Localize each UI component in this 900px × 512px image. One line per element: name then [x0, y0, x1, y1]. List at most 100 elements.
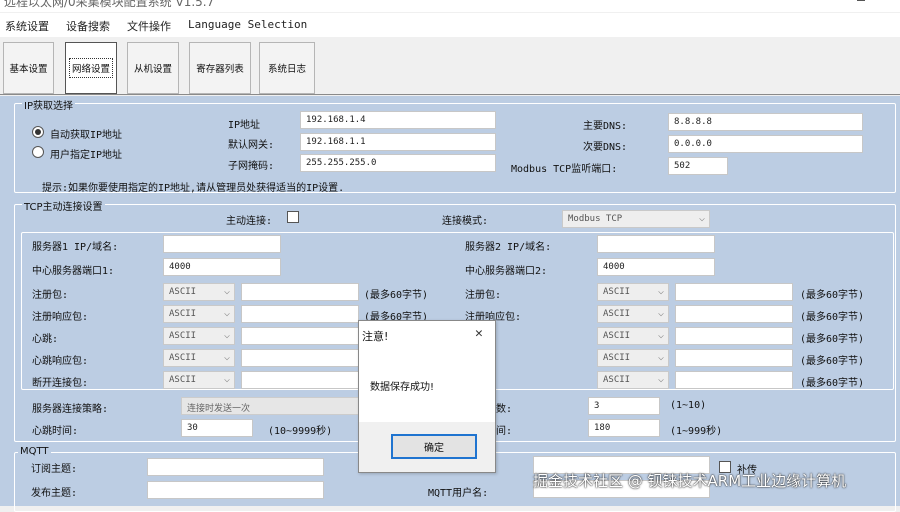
active-connect-label: 主动连接:: [226, 216, 273, 227]
policy-select[interactable]: 连接时发送一次: [181, 397, 361, 415]
packet-row-label: 心跳:: [32, 334, 59, 345]
chevron-down-icon: ⌵: [223, 374, 230, 385]
ok-button[interactable]: 确定: [391, 434, 477, 459]
gateway-label: 默认网关:: [228, 140, 275, 151]
server2-port-input[interactable]: 4000: [597, 258, 715, 276]
chevron-down-icon: ⌵: [223, 352, 230, 363]
packet-content-input[interactable]: [675, 349, 793, 367]
tab-bar: 基本设置 网络设置 从机设置 寄存器列表 系统日志: [0, 37, 900, 95]
encoding-value: ASCII: [169, 331, 197, 341]
menu-language[interactable]: Language Selection: [188, 18, 307, 31]
packet-content-input[interactable]: [675, 305, 793, 323]
tab-slave[interactable]: 从机设置: [127, 42, 179, 94]
encoding-value: ASCII: [169, 309, 197, 319]
menu-bar: 系统设置 设备搜索 文件操作 Language Selection: [0, 13, 900, 37]
mask-input[interactable]: 255.255.255.0: [300, 154, 496, 172]
close-icon[interactable]: ✕: [475, 326, 483, 341]
packet-content-input[interactable]: [675, 283, 793, 301]
chevron-down-icon: ⌵: [657, 286, 664, 297]
heartbeat-time-input[interactable]: 30: [181, 419, 253, 437]
dns2-label: 次要DNS:: [583, 142, 628, 153]
packet-content-input[interactable]: [675, 327, 793, 345]
encoding-select[interactable]: ASCII ⌵: [163, 305, 235, 323]
mode-label: 连接模式:: [442, 216, 489, 227]
packet-content-input[interactable]: [241, 327, 359, 345]
dialog-title-bar: 注意! ✕: [359, 321, 495, 349]
menu-file[interactable]: 文件操作: [127, 18, 171, 34]
mask-label: 子网掩码:: [228, 161, 275, 172]
encoding-value: ASCII: [169, 287, 197, 297]
server2-label: 服务器2 IP/域名:: [465, 242, 552, 253]
tab-basic[interactable]: 基本设置: [3, 42, 54, 94]
tab-registers[interactable]: 寄存器列表: [189, 42, 251, 94]
watermark: 掘金技术社区 @ 钡铼技术ARM工业边缘计算机: [533, 472, 847, 490]
packet-content-input[interactable]: [241, 283, 359, 301]
title-bar: 远程以太网/0采集模块配置系统 V1.5.7: [0, 0, 900, 12]
modbus-port-label: Modbus TCP监听端口:: [511, 164, 618, 175]
encoding-value: ASCII: [603, 287, 631, 297]
encoding-select[interactable]: ASCII ⌵: [597, 283, 669, 301]
radio-manual-label: 用户指定IP地址: [50, 150, 123, 161]
max-bytes-note: (最多60字节): [800, 334, 865, 345]
menu-device-search[interactable]: 设备搜索: [66, 18, 110, 34]
retry-range: (1~10): [670, 400, 707, 411]
tab-network[interactable]: 网络设置: [65, 42, 117, 94]
tab-label: 网络设置: [68, 58, 113, 78]
chevron-down-icon: ⌵: [223, 286, 230, 297]
subscribe-topic-input[interactable]: [147, 458, 324, 476]
encoding-value: ASCII: [603, 331, 631, 341]
encoding-value: ASCII: [603, 309, 631, 319]
dns1-label: 主要DNS:: [583, 121, 628, 132]
mqtt-group-title: MQTT: [18, 446, 51, 457]
modbus-port-input[interactable]: 502: [668, 157, 728, 175]
packet-content-input[interactable]: [241, 305, 359, 323]
chevron-down-icon: ⌵: [657, 330, 664, 341]
radio-manual-ip[interactable]: [32, 146, 44, 158]
packet-content-input[interactable]: [241, 349, 359, 367]
tab-log[interactable]: 系统日志: [259, 42, 315, 94]
dns2-input[interactable]: 0.0.0.0: [668, 135, 863, 153]
tcp-group-title: TCP主动连接设置: [22, 198, 105, 213]
minimize-icon[interactable]: [857, 0, 865, 1]
encoding-select[interactable]: ASCII ⌵: [597, 327, 669, 345]
radio-auto-label: 自动获取IP地址: [50, 130, 123, 141]
chevron-down-icon: ⌵: [698, 213, 705, 224]
packet-content-input[interactable]: [675, 371, 793, 389]
heartbeat-time-label: 心跳时间:: [32, 426, 79, 437]
dns1-input[interactable]: 8.8.8.8: [668, 113, 863, 131]
interval-input[interactable]: 180: [588, 419, 660, 437]
encoding-select[interactable]: ASCII ⌵: [163, 349, 235, 367]
tab-label: 从机设置: [133, 64, 172, 75]
radio-auto-ip[interactable]: [32, 126, 44, 138]
interval-range: (1~999秒): [670, 426, 723, 437]
chevron-down-icon: ⌵: [223, 330, 230, 341]
server2-input[interactable]: [597, 235, 715, 253]
max-bytes-note: (最多60字节): [800, 378, 865, 389]
chevron-down-icon: ⌵: [657, 308, 664, 319]
encoding-select[interactable]: ASCII ⌵: [597, 305, 669, 323]
server1-label: 服务器1 IP/域名:: [32, 242, 119, 253]
subscribe-topic-label: 订阅主题:: [31, 464, 78, 475]
encoding-select[interactable]: ASCII ⌵: [163, 327, 235, 345]
encoding-select[interactable]: ASCII ⌵: [597, 371, 669, 389]
ip-input[interactable]: 192.168.1.4: [300, 111, 496, 129]
gateway-input[interactable]: 192.168.1.1: [300, 133, 496, 151]
chevron-down-icon: ⌵: [657, 374, 664, 385]
server1-input[interactable]: [163, 235, 281, 253]
server1-port-label: 中心服务器端口1:: [32, 266, 115, 277]
ip-hint: 提示:如果你要使用指定的IP地址,请从管理员处获得适当的IP设置.: [42, 183, 345, 194]
encoding-select[interactable]: ASCII ⌵: [163, 283, 235, 301]
encoding-select[interactable]: ASCII ⌵: [163, 371, 235, 389]
encoding-value: ASCII: [603, 375, 631, 385]
server1-port-input[interactable]: 4000: [163, 258, 281, 276]
tab-label: 系统日志: [267, 64, 306, 75]
tab-label: 寄存器列表: [196, 64, 244, 75]
mode-select[interactable]: Modbus TCP ⌵: [562, 210, 710, 228]
packet-content-input[interactable]: [241, 371, 359, 389]
ip-label: IP地址: [228, 120, 261, 131]
publish-topic-input[interactable]: [147, 481, 324, 499]
encoding-select[interactable]: ASCII ⌵: [597, 349, 669, 367]
active-connect-checkbox[interactable]: [287, 211, 299, 223]
menu-system-settings[interactable]: 系统设置: [5, 18, 49, 34]
retry-input[interactable]: 3: [588, 397, 660, 415]
